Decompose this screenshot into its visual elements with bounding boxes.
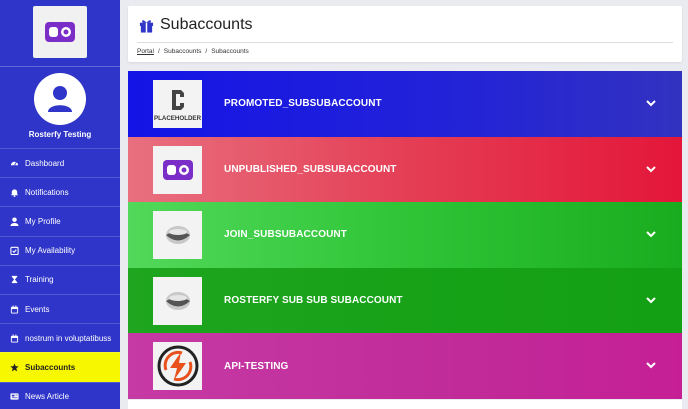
lightning-logo-icon [157,345,198,387]
subaccount-card[interactable]: ROSTERFY SUB SUB SUBACCOUNT [128,267,682,334]
user-name: Rosterfy Testing [28,130,92,139]
sidebar-item-events[interactable]: Events [0,293,120,323]
sidebar-item-subaccounts[interactable]: Subaccounts [0,352,120,382]
sidebar-nav: Dashboard Notifications My Profile My Av… [0,148,120,409]
app-logo[interactable] [33,6,87,58]
sidebar-item-label: Training [25,275,54,285]
hourglass-icon [9,275,19,285]
subaccount-name: API-TESTING [224,360,289,372]
bell-icon [9,187,19,197]
subaccount-card[interactable]: PLACEHOLDER PROMOTED_SUBSUBACCOUNT [128,71,682,137]
subaccount-card[interactable]: UNPUBLISHED_SUBSUBACCOUNT [128,136,682,203]
sidebar-item-label: My Availability [25,246,76,256]
rosterfy-logo-icon [162,159,193,180]
page-title: Subaccounts [139,16,253,34]
cloud-logo-icon [165,226,190,245]
sidebar-item-label: News Article [25,392,70,402]
subaccount-logo [153,342,202,391]
rosterfy-logo-icon [45,22,75,42]
calendar-icon [9,333,19,343]
sidebar-item-label: Notifications [25,187,69,197]
subaccount-logo [153,276,202,325]
sidebar-item-training[interactable]: Training [0,264,120,294]
avatar[interactable] [34,73,86,125]
cloud-logo-icon [165,291,190,310]
subaccount-card[interactable]: API-TESTING [128,333,682,399]
next-card-partial [128,400,682,409]
sidebar-item-label: Events [25,304,50,314]
chevron-down-icon[interactable] [645,228,657,240]
subaccount-list: PLACEHOLDER PROMOTED_SUBSUBACCOUNT UNPUB… [128,71,682,399]
chevron-down-icon[interactable] [645,359,657,371]
calendar-icon [9,304,19,314]
page-header: Subaccounts Portal / Subaccounts / Subaccoun… [128,6,682,62]
user-icon [9,216,19,226]
sidebar-item-label: nostrum in voluptatibuss [25,333,112,343]
sidebar-item-news-article[interactable]: News Article [0,381,120,409]
breadcrumb: Portal / Subaccounts / Subaccounts [137,48,249,55]
star-icon [9,362,19,372]
sidebar-item-my-availability[interactable]: My Availability [0,235,120,265]
sidebar-item-label: Subaccounts [25,362,76,372]
user-avatar-icon [48,86,72,112]
subaccount-logo [153,211,202,260]
subaccount-logo: PLACEHOLDER [153,80,202,128]
subaccount-logo [153,145,202,194]
page-title-text: Subaccounts [160,16,253,33]
chevron-down-icon[interactable] [645,294,657,306]
gift-icon [139,19,154,33]
breadcrumb-portal-link[interactable]: Portal [137,48,154,55]
placeholder-text: PLACEHOLDER [154,115,202,122]
sidebar-divider [0,66,120,67]
breadcrumb-item: Subaccounts [163,48,202,55]
chevron-down-icon[interactable] [645,97,657,109]
sidebar-item-notifications[interactable]: Notifications [0,177,120,206]
placeholder-logo-icon: PLACEHOLDER [153,80,202,128]
sidebar: Rosterfy Testing Dashboard Notifications… [0,0,120,409]
sidebar-item-my-profile[interactable]: My Profile [0,206,120,235]
newspaper-icon [9,392,19,402]
dashboard-icon [9,158,19,168]
subaccount-name: PROMOTED_SUBSUBACCOUNT [224,98,382,110]
breadcrumb-current: Subaccounts [211,48,249,55]
sidebar-item-label: Dashboard [25,158,65,168]
sidebar-item-dashboard[interactable]: Dashboard [0,148,120,177]
header-divider [137,42,673,43]
subaccount-name: UNPUBLISHED_SUBSUBACCOUNT [224,163,397,175]
sidebar-item-nostrum[interactable]: nostrum in voluptatibuss [0,323,120,352]
sidebar-item-label: My Profile [25,216,61,226]
calendar-check-icon [9,246,19,256]
chevron-down-icon[interactable] [645,163,657,175]
subaccount-name: ROSTERFY SUB SUB SUBACCOUNT [224,295,403,307]
subaccount-card[interactable]: JOIN_SUBSUBACCOUNT [128,202,682,268]
subaccount-name: JOIN_SUBSUBACCOUNT [224,229,347,241]
